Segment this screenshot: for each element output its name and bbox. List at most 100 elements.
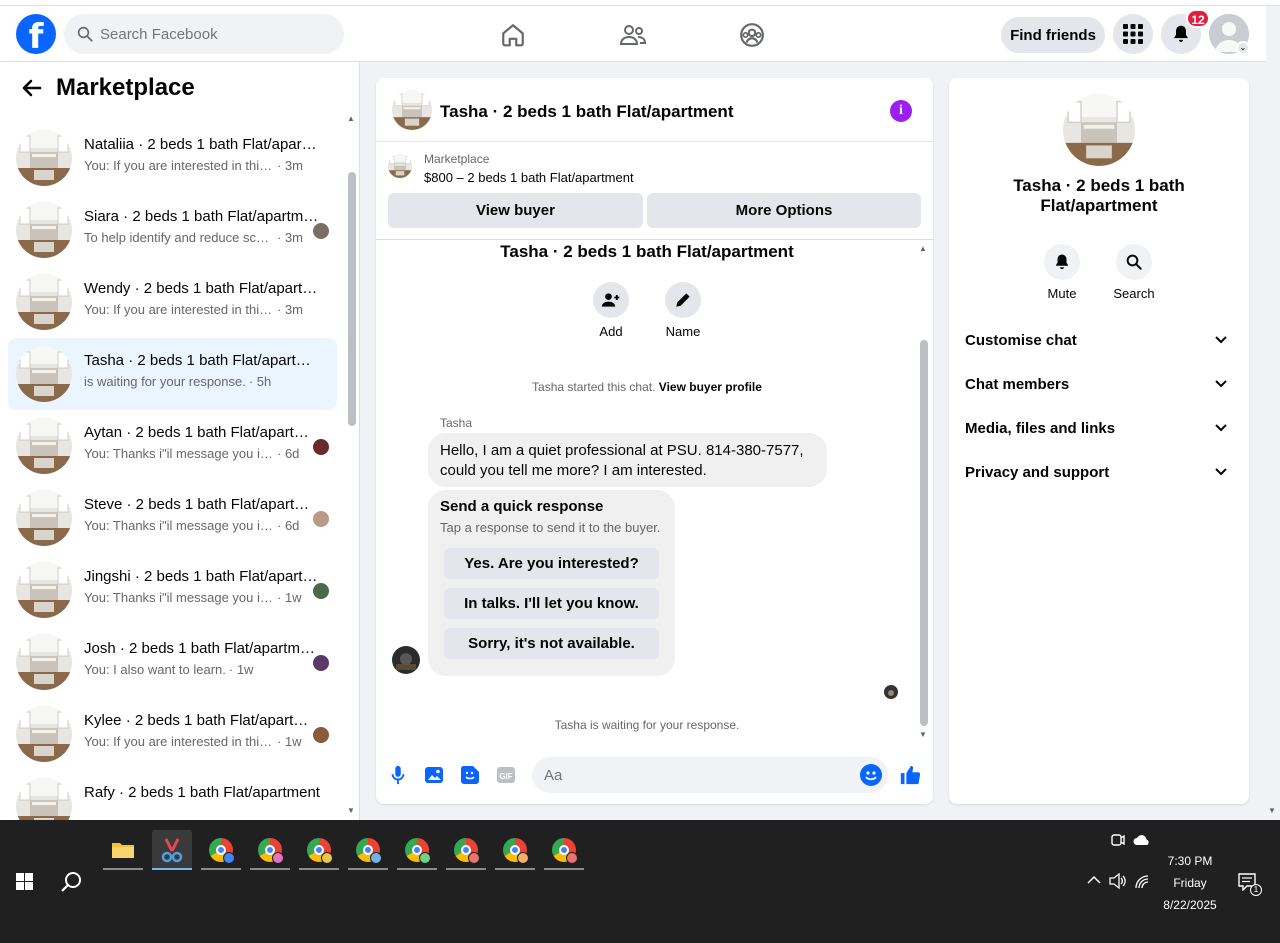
privacy-support-section[interactable]: Privacy and support	[957, 450, 1241, 494]
scroll-down-arrow-icon[interactable]: ▼	[347, 806, 355, 815]
preview-text: is waiting for your response.	[84, 374, 246, 389]
conversation-item[interactable]: Nataliia · 2 beds 1 bath Flat/apartment Y…	[8, 122, 337, 194]
preview-time: · 5h	[248, 374, 272, 389]
emoji-icon[interactable]	[860, 764, 882, 786]
volume-icon[interactable]	[1109, 873, 1127, 889]
conversation-item[interactable]: Jingshi · 2 beds 1 bath Flat/apartment Yo…	[8, 554, 337, 626]
wifi-icon[interactable]	[1134, 874, 1150, 890]
edit-name-action[interactable]: Name	[653, 282, 713, 339]
quick-response-option[interactable]: Sorry, it's not available.	[444, 628, 659, 659]
meet-now-icon[interactable]	[1111, 832, 1125, 848]
section-label: Customise chat	[965, 331, 1077, 349]
conversation-item[interactable]: Steve · 2 beds 1 bath Flat/apartment You:…	[8, 482, 337, 554]
quick-response-subtitle: Tap a response to send it to the buyer.	[440, 520, 661, 535]
bell-icon	[1056, 254, 1068, 270]
scroll-up-arrow-icon[interactable]: ▲	[347, 114, 355, 123]
chat-scroll-thumb[interactable]	[920, 340, 928, 726]
running-indicator	[446, 868, 486, 870]
quick-response-card: Send a quick response Tap a response to …	[428, 490, 675, 676]
home-icon[interactable]	[498, 20, 528, 50]
onedrive-cloud-icon[interactable]	[1133, 834, 1151, 846]
conversation-name: Kylee · 2 beds 1 bath Flat/apartment	[84, 712, 320, 729]
search-action[interactable]: Search	[1104, 244, 1164, 301]
chat-scroll-up-icon[interactable]: ▲	[919, 244, 927, 253]
notification-count-badge: 12	[1186, 9, 1210, 28]
conversation-item[interactable]: Rafy · 2 beds 1 bath Flat/apartment	[8, 770, 337, 820]
chrome-window-app[interactable]	[446, 830, 486, 870]
listing-thumbnail	[16, 346, 72, 402]
listing-thumbnail[interactable]	[392, 90, 432, 130]
chrome-window-app[interactable]	[495, 830, 535, 870]
chrome-window-app[interactable]	[397, 830, 437, 870]
media-files-links-section[interactable]: Media, files and links	[957, 406, 1241, 450]
quick-response-option[interactable]: Yes. Are you interested?	[444, 548, 659, 579]
sticker-icon[interactable]	[459, 764, 481, 786]
running-indicator	[299, 868, 339, 870]
chat-title[interactable]: Tasha · 2 beds 1 bath Flat/apartment	[440, 102, 733, 122]
thumbs-up-icon[interactable]	[898, 764, 922, 786]
preview-text: You: If you are interested in this pl...	[84, 302, 274, 317]
menu-grid-button[interactable]	[1113, 14, 1153, 54]
account-chevron-icon[interactable]: ⌄	[1236, 41, 1250, 55]
message-input-box[interactable]	[532, 757, 888, 793]
search-box[interactable]	[64, 14, 344, 54]
friends-icon[interactable]	[618, 20, 648, 50]
more-options-button[interactable]: More Options	[647, 193, 921, 228]
conversation-name: Siara · 2 beds 1 bath Flat/apartment	[84, 208, 320, 225]
info-icon[interactable]: i	[890, 100, 912, 122]
chrome-window-app[interactable]	[544, 830, 584, 870]
search-input[interactable]	[100, 25, 320, 43]
chevron-down-icon	[1215, 380, 1227, 388]
chrome-window-app[interactable]	[348, 830, 388, 870]
facebook-logo[interactable]: f	[16, 14, 56, 54]
page-scroll-down-icon[interactable]: ▼	[1268, 806, 1276, 815]
chrome-window-app[interactable]	[250, 830, 290, 870]
message-input[interactable]	[544, 766, 844, 784]
clock-date: 8/22/2025	[1163, 898, 1217, 912]
view-buyer-button[interactable]: View buyer	[388, 193, 643, 228]
sidebar-scroll-thumb[interactable]	[348, 172, 356, 426]
chat-members-section[interactable]: Chat members	[957, 362, 1241, 406]
sender-name: Tasha	[440, 416, 473, 430]
back-arrow-icon[interactable]	[20, 76, 44, 100]
page-scrollbar[interactable]	[1266, 6, 1280, 820]
sidebar-header: Marketplace	[0, 62, 345, 112]
buyer-avatar[interactable]	[392, 646, 420, 674]
chrome-profile-badge	[468, 852, 480, 864]
conversation-item[interactable]: Wendy · 2 beds 1 bath Flat/apartment You:…	[8, 266, 337, 338]
conversation-item[interactable]: Kylee · 2 beds 1 bath Flat/apartment You:…	[8, 698, 337, 770]
add-people-action[interactable]: Add	[581, 282, 641, 339]
view-buyer-profile-link[interactable]: View buyer profile	[659, 380, 762, 394]
conversation-item[interactable]: Siara · 2 beds 1 bath Flat/apartment To h…	[8, 194, 337, 266]
chat-details-panel: Tasha · 2 beds 1 bath Flat/apartment Mut…	[949, 78, 1249, 804]
microphone-icon[interactable]	[387, 764, 409, 786]
conversation-item[interactable]: Aytan · 2 beds 1 bath Flat/apartment You:…	[8, 410, 337, 482]
preview-time: · 3m	[277, 302, 303, 317]
mute-action[interactable]: Mute	[1032, 244, 1092, 301]
customise-chat-section[interactable]: Customise chat	[957, 318, 1241, 362]
chat-scroll-down-icon[interactable]: ▼	[919, 730, 927, 739]
preview-time: · 3m	[277, 230, 303, 245]
listing-price[interactable]: $800 – 2 beds 1 bath Flat/apartment	[424, 170, 634, 185]
gif-icon[interactable]: GIF	[495, 764, 517, 786]
logo-letter: f	[28, 17, 44, 54]
taskbar-search-icon[interactable]	[60, 870, 84, 894]
chevron-down-icon	[1215, 468, 1227, 476]
find-friends-button[interactable]: Find friends	[1001, 17, 1105, 53]
conversation-preview: To help identify and reduce sca... · 3m	[84, 230, 320, 245]
conversation-item[interactable]: Tasha · 2 beds 1 bath Flat/apartment is w…	[8, 338, 337, 410]
chrome-window-app[interactable]	[201, 830, 241, 870]
snipping-tool-app[interactable]	[152, 830, 192, 870]
chrome-window-app[interactable]	[299, 830, 339, 870]
groups-icon[interactable]	[737, 20, 767, 50]
photo-icon[interactable]	[423, 764, 445, 786]
conversation-item[interactable]: Josh · 2 beds 1 bath Flat/apartment You: …	[8, 626, 337, 698]
incoming-message-bubble: Hello, I am a quiet professional at PSU.…	[428, 433, 827, 487]
participant-avatar	[313, 439, 329, 455]
quick-response-option[interactable]: In talks. I'll let you know.	[444, 588, 659, 619]
file-explorer-app[interactable]	[103, 830, 143, 870]
taskbar-clock[interactable]: 7:30 PM Friday 8/22/2025	[1150, 850, 1230, 916]
windows-start-icon[interactable]	[16, 873, 33, 890]
show-hidden-icons-chevron-icon[interactable]	[1087, 875, 1101, 885]
search-icon	[1126, 254, 1142, 270]
